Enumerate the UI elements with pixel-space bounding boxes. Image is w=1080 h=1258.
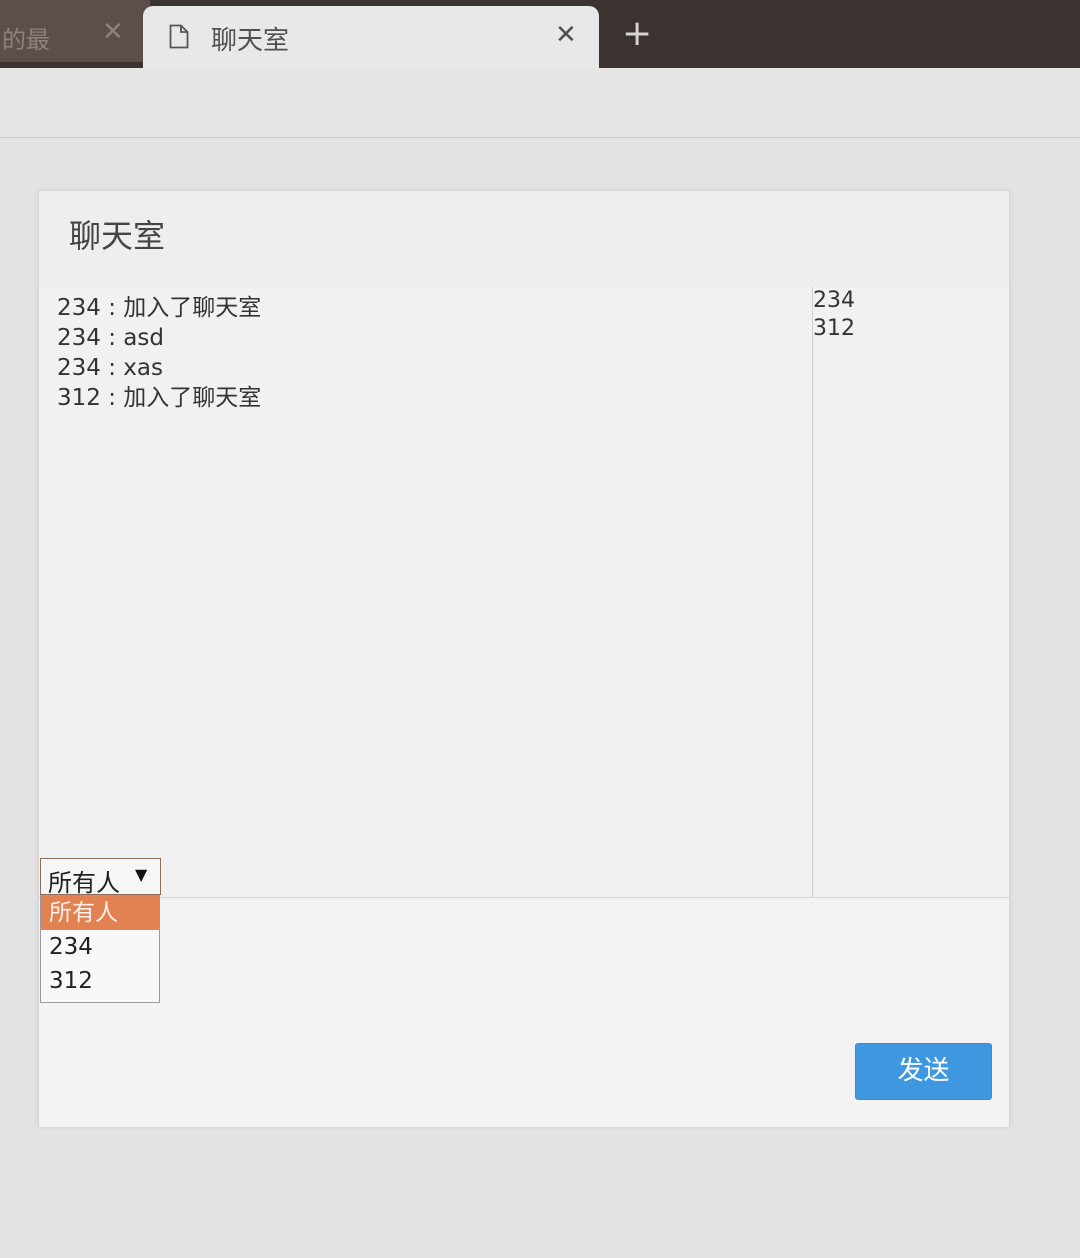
page-icon <box>169 24 189 49</box>
message-item: 312 : 加入了聊天室 <box>57 385 262 411</box>
tab-title: 聊天室 <box>211 26 290 56</box>
dropdown-option[interactable]: 所有人 <box>41 896 159 930</box>
tab-inactive[interactable]: 的最 ✕ <box>0 0 150 62</box>
user-item[interactable]: 234 <box>813 287 1003 315</box>
message-item: 234 : asd <box>57 325 164 351</box>
chat-panel: 聊天室 234 : 加入了聊天室 234 : asd 234 : xas 312… <box>38 190 1010 1127</box>
recipient-select-value: 所有人 <box>48 869 120 897</box>
user-item[interactable]: 312 <box>813 315 1003 343</box>
tab-close-icon[interactable]: ✕ <box>102 17 124 47</box>
recipient-select[interactable]: 所有人 ▼ <box>40 858 161 897</box>
tab-strip: 的最 ✕ 聊天室 ✕ + <box>0 0 1080 72</box>
panel-header: 聊天室 <box>39 191 1009 287</box>
message-list: 234 : 加入了聊天室 234 : asd 234 : xas 312 : 加… <box>47 287 813 897</box>
new-tab-icon[interactable]: + <box>622 14 652 54</box>
dropdown-option[interactable]: 312 <box>41 964 159 998</box>
tab-close-icon[interactable]: ✕ <box>555 20 577 50</box>
browser-toolbar <box>0 68 1080 138</box>
message-item: 234 : xas <box>57 355 163 381</box>
page-title: 聊天室 <box>69 217 166 255</box>
user-list: 234 312 <box>813 287 1003 897</box>
dropdown-option[interactable]: 234 <box>41 930 159 964</box>
recipient-dropdown: 所有人 234 312 <box>40 895 160 1003</box>
tab-title: 的最 <box>2 26 50 54</box>
message-item: 234 : 加入了聊天室 <box>57 295 262 321</box>
send-button[interactable]: 发送 <box>855 1043 992 1100</box>
tab-active[interactable]: 聊天室 ✕ <box>143 6 599 72</box>
triangle-down-icon: ▼ <box>135 865 148 884</box>
